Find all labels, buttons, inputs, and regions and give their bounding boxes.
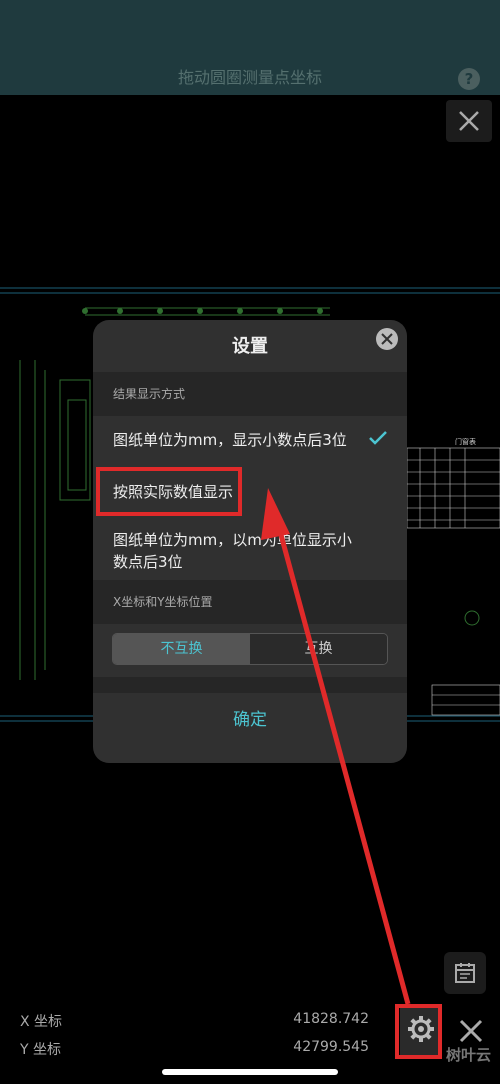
option-label-line2: 数点后3位 (113, 553, 183, 571)
gear-highlight-box (395, 1004, 442, 1059)
segment-no-swap[interactable]: 不互换 (113, 634, 250, 664)
segment-swap[interactable]: 互换 (250, 634, 387, 664)
settings-dialog: 设置 结果显示方式 图纸单位为mm，显示小数点后3位 按照实际数值显示 图纸单位… (93, 320, 407, 763)
home-indicator (162, 1069, 338, 1075)
close-icon (459, 111, 479, 131)
check-icon (369, 429, 387, 451)
help-icon[interactable]: ? (458, 68, 480, 90)
calendar-icon (455, 963, 475, 983)
table-title: 门窗表 (455, 437, 476, 446)
section-xy-position: X坐标和Y坐标位置 (93, 580, 407, 624)
x-coord-value: 41828.742 (293, 1011, 369, 1027)
option-m-3-decimals[interactable]: 图纸单位为mm，以m为单位显示小 数点后3位 (93, 529, 407, 573)
option-label-line1: 图纸单位为mm，以m为单位显示小 (113, 531, 352, 549)
highlight-box (96, 467, 242, 516)
x-coord-label: X 坐标 (20, 1014, 63, 1030)
dialog-title: 设置 (232, 336, 268, 357)
swap-segmented-control: 不互换 互换 (112, 633, 388, 665)
y-coord-value: 42799.545 (293, 1039, 369, 1055)
top-bar: 拖动圆圈测量点坐标 ? (0, 0, 500, 95)
section-display-mode: 结果显示方式 (93, 372, 407, 416)
option-label: 图纸单位为mm，显示小数点后3位 (113, 431, 347, 449)
dialog-close-button[interactable] (376, 328, 398, 350)
close-icon (381, 333, 393, 345)
close-measure-button[interactable] (446, 100, 492, 142)
close-icon (459, 1019, 483, 1043)
divider (93, 677, 407, 693)
calendar-button[interactable] (444, 952, 486, 994)
watermark: 树叶云 (446, 1046, 492, 1064)
option-mm-3-decimals[interactable]: 图纸单位为mm，显示小数点后3位 (93, 429, 407, 451)
confirm-button[interactable]: 确定 (93, 695, 407, 745)
page-title: 拖动圆圈测量点坐标 (177, 68, 322, 87)
y-coord-label: Y 坐标 (20, 1042, 62, 1058)
